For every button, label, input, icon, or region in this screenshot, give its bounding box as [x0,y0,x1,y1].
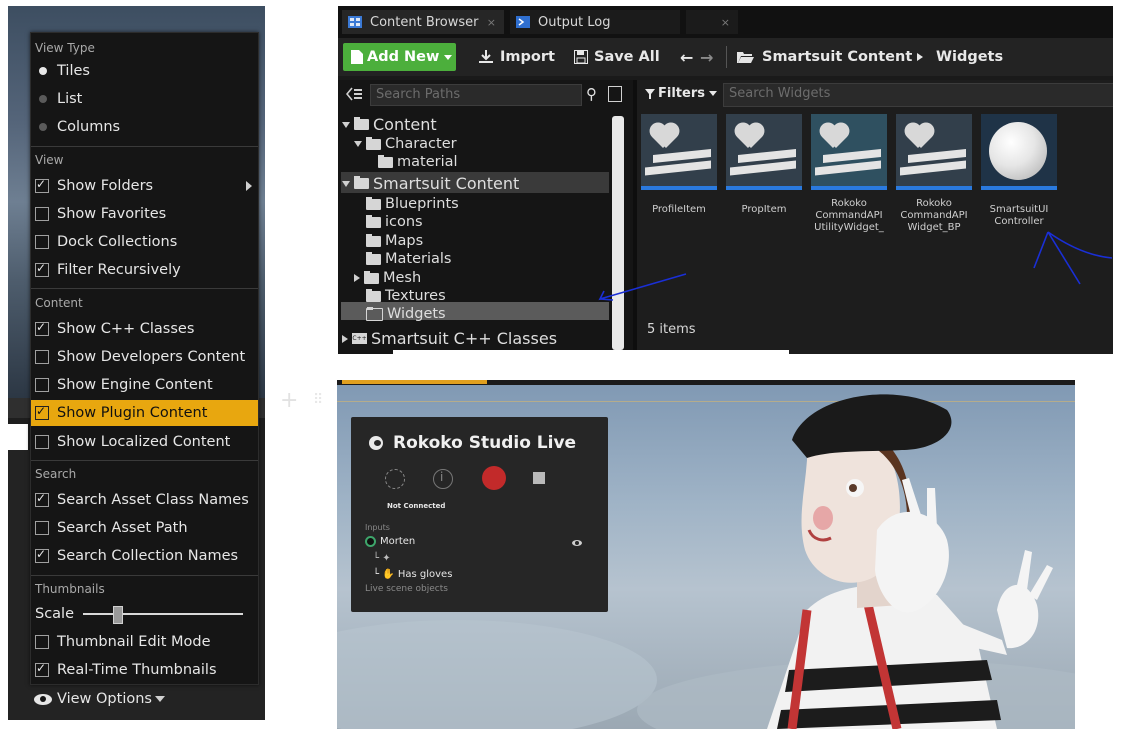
section-header-content: Content [35,296,83,310]
rokoko-panel-title: Rokoko Studio Live [393,433,577,453]
checkbox-checked-icon [35,177,49,193]
menu-divider [31,575,258,576]
inputs-section-label: Inputs [365,523,390,532]
menu-item-search-asset-path[interactable]: Search Asset Path [31,515,258,541]
section-header-thumbnails: Thumbnails [35,582,105,596]
menu-item-filter-recursively[interactable]: Filter Recursively [31,257,258,283]
checkbox-icon [35,521,49,535]
menu-item-tiles[interactable]: Tiles [31,58,258,84]
menu-item-show-cpp-classes[interactable]: Show C++ Classes [31,316,258,342]
checkbox-icon [35,235,49,249]
record-button[interactable] [482,466,506,490]
background-gap [8,424,28,450]
plus-icon: + [280,388,299,413]
menu-item-columns[interactable]: Columns [31,114,258,140]
menu-item-show-engine-content[interactable]: Show Engine Content [31,372,258,398]
connection-status: Not Connected [387,502,446,510]
menu-item-show-plugin-content[interactable]: Show Plugin Content [31,400,258,426]
menu-item-dock-collections[interactable]: Dock Collections [31,229,258,255]
menu-item-search-asset-class-names[interactable]: Search Asset Class Names [31,487,258,513]
checkbox-icon [35,635,49,649]
view-options-button[interactable]: View Options [34,686,165,712]
checkbox-icon [35,435,49,449]
annotation-arrow-widgets [598,273,687,301]
menu-item-show-favorites[interactable]: Show Favorites [31,201,258,227]
stop-button[interactable] [533,472,545,484]
annotation-arrows [598,231,1113,301]
menu-divider [31,146,258,147]
caret-down-icon [154,696,165,702]
gloves-item: └ ✋ Has gloves [373,569,453,580]
scale-slider-track[interactable] [83,613,243,615]
actor-status-icon [365,536,376,547]
radio-icon [39,123,47,131]
eye-icon [34,693,52,705]
tree-branch-icon: └ ✦ [373,553,391,564]
checkbox-icon [35,350,49,364]
eye-icon[interactable] [572,540,582,546]
checkbox-checked-icon [35,261,49,277]
annotation-arrow-controller [1033,231,1113,285]
checkbox-icon [35,378,49,392]
connection-spinner-icon [385,469,405,489]
section-header-view-type: View Type [35,41,95,55]
menu-item-thumbnail-edit-mode[interactable]: Thumbnail Edit Mode [31,629,258,655]
submenu-arrow-icon [246,181,252,191]
scale-slider-handle[interactable] [113,606,124,624]
view-options-menu: View Type Tiles List Columns View Show F… [30,32,259,685]
menu-item-show-folders[interactable]: Show Folders [31,173,258,199]
info-icon[interactable] [433,469,453,489]
radio-icon [39,95,47,103]
checkbox-checked-icon [35,404,49,420]
content-browser: Content Browser × Output Log × Add New I… [338,6,1113,354]
drag-dots-icon: ⠿ [313,392,324,408]
menu-item-list[interactable]: List [31,86,258,112]
radio-selected-icon [39,67,47,75]
thumbnail-scale-row: Scale [31,601,258,627]
menu-item-real-time-thumbnails[interactable]: Real-Time Thumbnails [31,657,258,683]
section-header-view: View [35,153,64,167]
actor-item-morten[interactable]: Morten [365,536,415,547]
view-options-panel: ss ail rts fo eri ido illb View Type Til… [8,6,265,720]
menu-divider [31,460,258,461]
scale-label: Scale [35,606,75,622]
checkbox-checked-icon [35,320,49,336]
live-scene-objects-label: Live scene objects [365,584,448,594]
checkbox-checked-icon [35,661,49,677]
menu-item-show-localized-content[interactable]: Show Localized Content [31,429,258,455]
checkbox-checked-icon [35,547,49,563]
menu-item-show-developers-content[interactable]: Show Developers Content [31,344,258,370]
rokoko-logo-icon [369,436,383,450]
rokoko-studio-live-panel: Rokoko Studio Live Not Connected Inputs … [351,417,608,612]
level-viewport: Rokoko Studio Live Not Connected Inputs … [337,380,1075,729]
menu-item-search-collection-names[interactable]: Search Collection Names [31,543,258,569]
menu-divider [31,288,258,289]
checkbox-icon [35,207,49,221]
section-header-search: Search [35,467,77,481]
checkbox-checked-icon [35,491,49,507]
